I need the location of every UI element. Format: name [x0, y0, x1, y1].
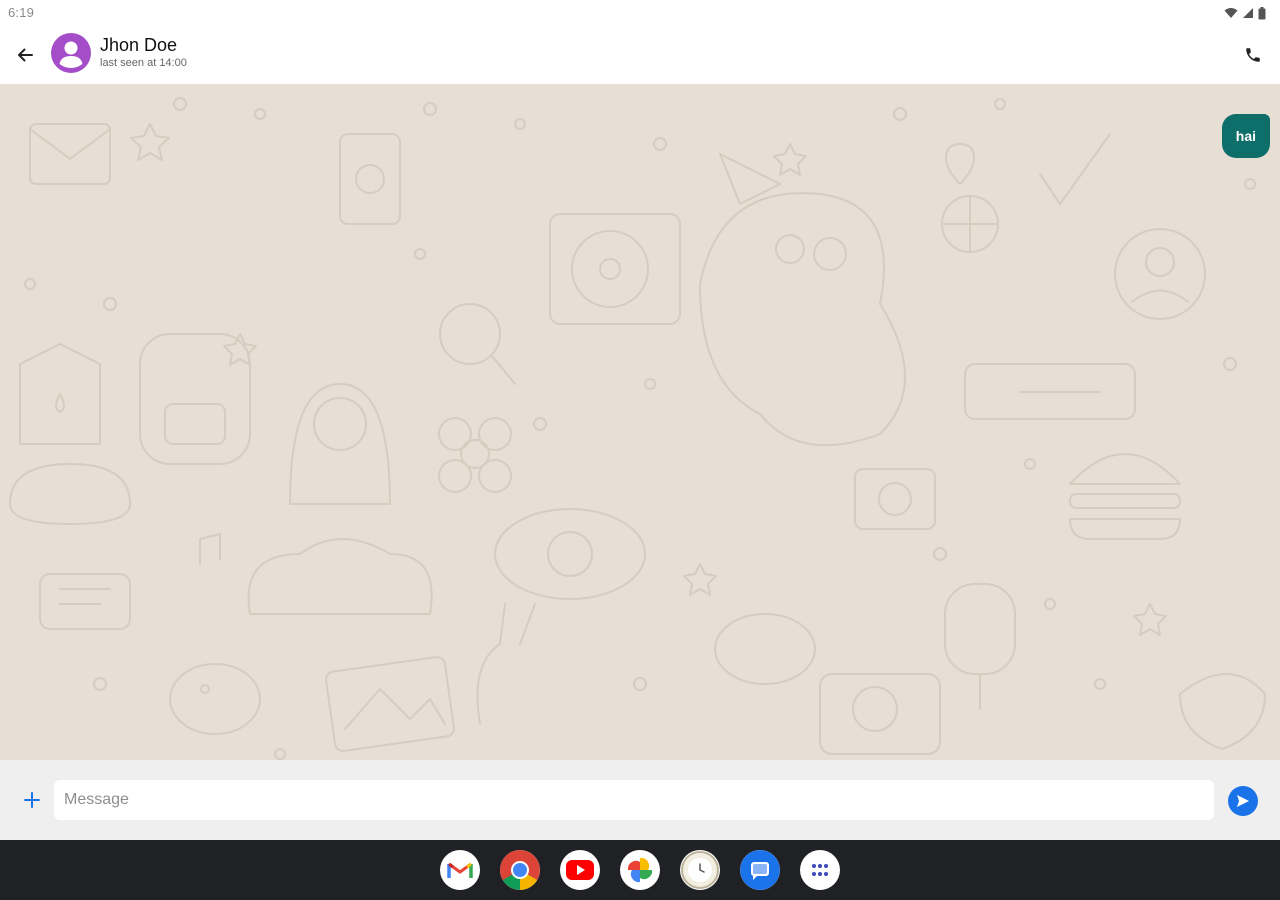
avatar[interactable]	[51, 33, 91, 73]
send-button[interactable]	[1228, 786, 1258, 816]
person-icon	[59, 41, 83, 68]
chrome-app[interactable]	[500, 850, 540, 890]
chat-wallpaper	[9, 97, 1266, 760]
app-launcher[interactable]	[800, 850, 840, 890]
chat-header: Jhon Doe last seen at 14:00	[0, 26, 1280, 84]
photos-icon	[627, 857, 653, 883]
arrow-left-icon	[18, 48, 33, 62]
status-bar: 6:19	[0, 0, 1280, 26]
status-icons	[1224, 6, 1266, 20]
message-bubble-outgoing[interactable]: hai	[1221, 114, 1270, 158]
youtube-app[interactable]	[560, 850, 600, 890]
grid-icon	[812, 864, 828, 876]
photos-app[interactable]	[620, 850, 660, 890]
back-button[interactable]	[10, 40, 40, 70]
send-icon	[1237, 795, 1249, 807]
app-dock	[440, 850, 840, 890]
messages-icon	[740, 850, 780, 890]
clock-icon	[681, 851, 719, 889]
contact-status: last seen at 14:00	[100, 57, 187, 69]
phone-icon	[1246, 48, 1260, 62]
chrome-icon	[500, 850, 540, 890]
attach-button[interactable]	[20, 788, 44, 812]
signal-icon	[1242, 7, 1254, 19]
message-input[interactable]	[54, 780, 1214, 820]
battery-icon	[1258, 6, 1266, 20]
status-time: 6:19	[8, 5, 35, 20]
gmail-app[interactable]	[440, 850, 480, 890]
youtube-icon	[566, 860, 594, 880]
taskbar	[0, 840, 1280, 900]
clock-app[interactable]	[680, 850, 720, 890]
messages-app[interactable]	[740, 850, 780, 890]
message-composer	[0, 760, 1280, 840]
chat-area: hai	[0, 84, 1280, 760]
plus-icon	[24, 792, 40, 808]
call-button[interactable]	[1238, 40, 1268, 70]
screen: 6:19 Jhon Doe last seen at 14:00 hai Mes…	[0, 0, 1280, 900]
contact-name[interactable]: Jhon Doe	[100, 35, 177, 56]
wifi-icon	[1224, 7, 1238, 19]
gmail-icon	[447, 862, 473, 878]
